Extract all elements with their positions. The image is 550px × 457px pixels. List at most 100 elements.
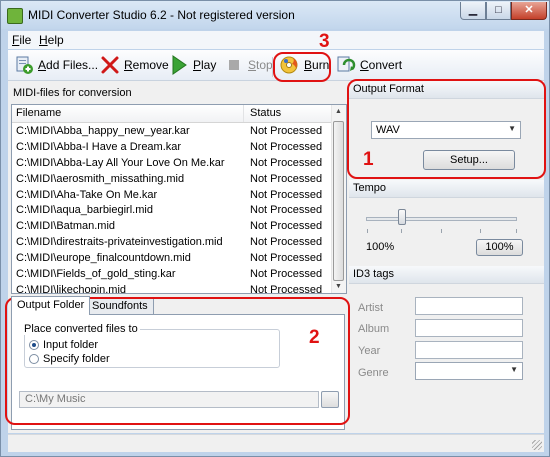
setup-button[interactable]: Setup... (423, 150, 515, 170)
output-folder-panel: Place converted files to Input folder Sp… (11, 314, 345, 430)
radio-specify-folder[interactable]: Specify folder (29, 353, 110, 365)
add-files-button[interactable]: Add Files... (14, 54, 98, 76)
burn-button[interactable]: Burn (280, 54, 329, 76)
table-row[interactable]: C:\MIDI\europe_finalcountdown.mid Not Pro… (12, 251, 334, 267)
play-icon (169, 55, 189, 75)
row-status: Not Processed (250, 172, 323, 185)
table-row[interactable]: C:\MIDI\Abba-I Have a Dream.kar Not Proce… (12, 140, 334, 156)
genre-dropdown[interactable]: ▼ (415, 362, 523, 380)
menu-file[interactable]: File (12, 33, 31, 47)
title-bar[interactable]: MIDI Converter Studio 6.2 - Not register… (1, 1, 549, 29)
minimize-button[interactable]: ▁ (460, 2, 486, 20)
table-row[interactable]: C:\MIDI\Fields_of_gold_sting.kar Not Proc… (12, 267, 334, 283)
row-filename: C:\MIDI\Abba-I Have a Dream.kar (16, 140, 182, 153)
radio-unselected-icon (29, 354, 39, 364)
toolbar: Add Files... Remove Play Stop Burn Conve… (8, 50, 544, 81)
album-label: Album (358, 323, 390, 335)
table-row[interactable]: C:\MIDI\likechopin.mid Not Processed (12, 283, 334, 294)
browse-folder-button[interactable] (321, 391, 339, 408)
menu-help[interactable]: Help (39, 33, 64, 47)
file-rows: C:\MIDI\Abba_happy_new_year.kar Not Proce… (12, 124, 334, 294)
play-button[interactable]: Play (169, 54, 216, 76)
row-filename: C:\MIDI\Aha-Take On Me.kar (16, 188, 158, 201)
row-filename: C:\MIDI\aerosmith_missathing.mid (16, 172, 185, 185)
row-filename: C:\MIDI\Abba-Lay All Your Love On Me.kar (16, 156, 225, 169)
row-filename: C:\MIDI\Abba_happy_new_year.kar (16, 125, 190, 137)
tempo-slider-thumb[interactable] (398, 209, 406, 225)
slider-tick (401, 229, 402, 233)
annotation-number-2: 2 (309, 327, 320, 348)
format-value: WAV (376, 124, 400, 136)
scroll-thumb[interactable] (333, 121, 344, 281)
table-row[interactable]: C:\MIDI\Batman.mid Not Processed (12, 219, 334, 235)
row-filename: C:\MIDI\Batman.mid (16, 220, 116, 233)
file-list-scrollbar[interactable]: ▲ ▼ (331, 105, 346, 293)
stop-icon (224, 55, 244, 75)
tempo-value: 100% (366, 241, 395, 253)
slider-tick (480, 229, 481, 233)
row-filename: C:\MIDI\aqua_barbiegirl.mid (16, 204, 153, 217)
album-field[interactable] (415, 319, 523, 337)
chevron-down-icon: ▼ (510, 365, 518, 374)
tab-soundfonts[interactable]: Soundfonts (86, 297, 154, 314)
row-status: Not Processed (250, 140, 323, 153)
format-dropdown[interactable]: WAV ▼ (371, 121, 521, 139)
row-filename: C:\MIDI\Fields_of_gold_sting.kar (16, 268, 176, 281)
convert-button[interactable]: Convert (336, 54, 402, 76)
year-field[interactable] (415, 341, 523, 359)
add-files-icon (14, 55, 34, 75)
table-row[interactable]: C:\MIDI\Aha-Take On Me.kar Not Processed (12, 188, 334, 204)
row-status: Not Processed (250, 252, 323, 265)
slider-tick (441, 229, 442, 233)
chevron-down-icon: ▼ (508, 124, 516, 133)
convert-icon (336, 55, 356, 75)
menu-bar: File Help (8, 31, 544, 49)
table-row[interactable]: C:\MIDI\direstraits-privateinvestigation… (12, 235, 334, 251)
right-pane: Output Format WAV ▼ Setup... Tempo 100% … (349, 81, 544, 433)
stop-label: Stop (248, 58, 273, 72)
row-filename: C:\MIDI\direstraits-privateinvestigation… (16, 236, 223, 249)
remove-label: Remove (124, 58, 169, 72)
remove-button[interactable]: Remove (100, 54, 169, 76)
artist-field[interactable] (415, 297, 523, 315)
place-converted-title: Place converted files to (22, 323, 140, 335)
scroll-down-icon[interactable]: ▼ (335, 283, 342, 290)
table-row[interactable]: C:\MIDI\Abba_happy_new_year.kar Not Proce… (12, 124, 334, 140)
row-status: Not Processed (250, 283, 323, 294)
maximize-button[interactable]: □ (486, 2, 511, 20)
stop-button[interactable]: Stop (224, 54, 273, 76)
file-list-header: Filename Status (12, 105, 334, 123)
column-filename[interactable]: Filename (16, 107, 61, 119)
file-list-caption: MIDI-files for conversion (13, 87, 132, 99)
annotation-number-3: 3 (319, 31, 330, 52)
column-status[interactable]: Status (250, 107, 281, 119)
row-filename: C:\MIDI\likechopin.mid (16, 283, 127, 294)
tempo-reset-button[interactable]: 100% (476, 239, 523, 256)
scroll-up-icon[interactable]: ▲ (335, 108, 342, 115)
radio-selected-icon (29, 340, 39, 350)
row-status: Not Processed (250, 188, 323, 201)
file-list[interactable]: Filename Status C:\MIDI\Abba_happy_new_y… (11, 104, 347, 294)
tempo-header: Tempo (349, 180, 544, 198)
column-divider[interactable] (243, 105, 244, 122)
tab-output-folder[interactable]: Output Folder (11, 296, 91, 315)
row-status: Not Processed (250, 236, 323, 249)
radio-input-folder[interactable]: Input folder (29, 339, 98, 351)
close-button[interactable]: ✕ (511, 2, 547, 20)
convert-label: Convert (360, 58, 403, 72)
play-label: Play (193, 58, 217, 72)
row-status: Not Processed (250, 204, 323, 217)
remove-icon (100, 55, 120, 75)
tempo-slider-track[interactable] (366, 217, 517, 221)
genre-label: Genre (358, 367, 389, 379)
table-row[interactable]: C:\MIDI\aerosmith_missathing.mid Not Proc… (12, 172, 334, 188)
toolbar-separator (272, 57, 274, 77)
slider-tick (516, 229, 517, 233)
table-row[interactable]: C:\MIDI\aqua_barbiegirl.mid Not Processed (12, 203, 334, 219)
table-row[interactable]: C:\MIDI\Abba-Lay All Your Love On Me.kar… (12, 156, 334, 172)
bottom-tabs: Output Folder Soundfonts Place converted… (11, 296, 345, 431)
folder-path-field[interactable]: C:\My Music (19, 391, 319, 408)
row-filename: C:\MIDI\europe_finalcountdown.mid (16, 252, 191, 265)
burn-cd-icon (280, 55, 300, 75)
resize-grip[interactable] (532, 440, 542, 450)
